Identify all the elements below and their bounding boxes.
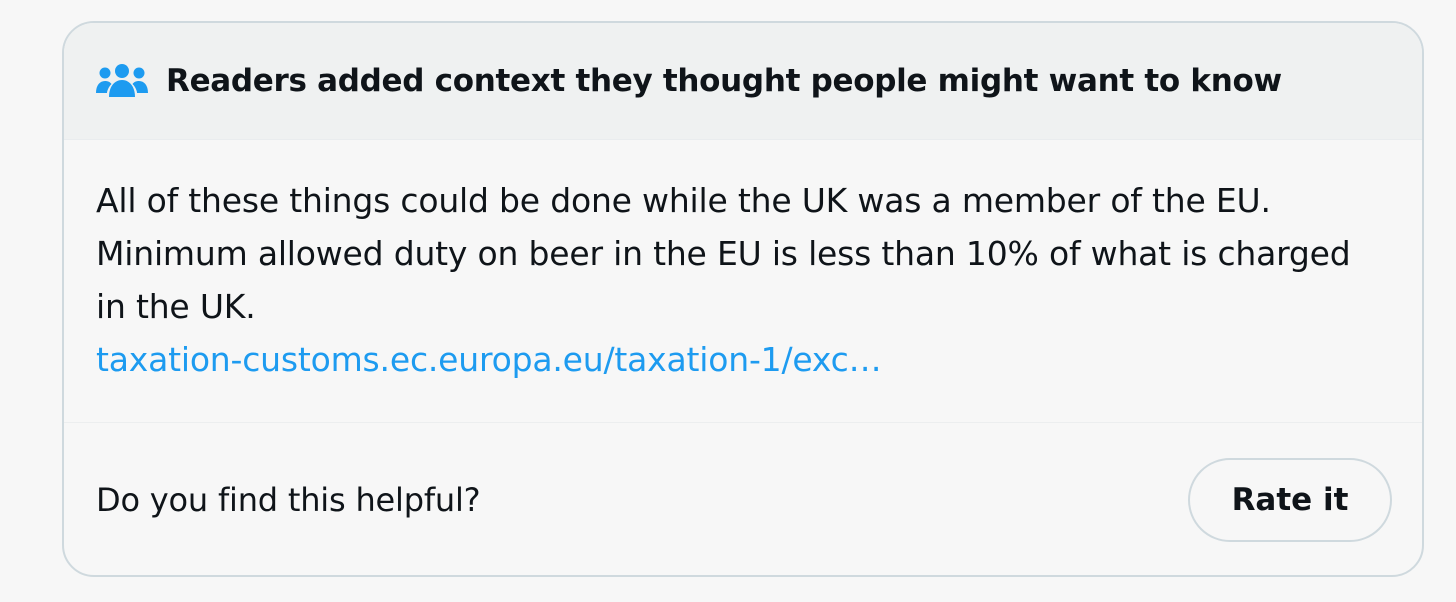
note-body: All of these things could be done while … (64, 140, 1422, 423)
community-note-card: Readers added context they thought peopl… (62, 21, 1424, 577)
note-footer: Do you find this helpful? Rate it (64, 423, 1422, 575)
rate-it-button[interactable]: Rate it (1188, 458, 1392, 542)
note-body-text: All of these things could be done while … (96, 181, 1351, 326)
note-header-title: Readers added context they thought peopl… (166, 63, 1282, 99)
people-icon (96, 61, 148, 101)
helpful-question: Do you find this helpful? (96, 481, 481, 519)
note-header: Readers added context they thought peopl… (64, 23, 1422, 140)
source-link[interactable]: taxation-customs.ec.europa.eu/taxation-1… (96, 333, 1390, 386)
